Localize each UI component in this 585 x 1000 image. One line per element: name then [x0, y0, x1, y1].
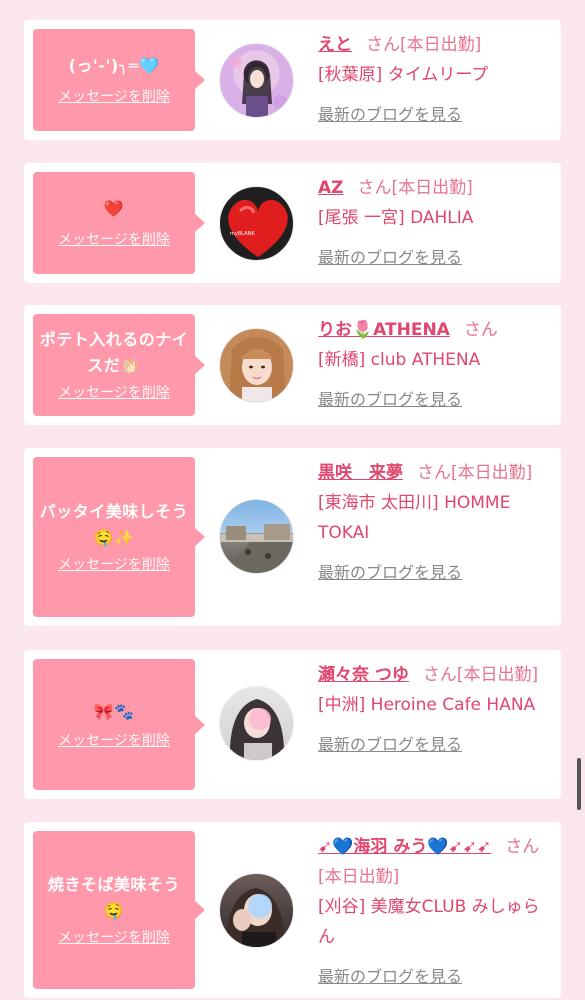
avatar[interactable]	[219, 499, 294, 574]
latest-blog-link[interactable]: 最新のブログを見る	[318, 243, 462, 273]
delete-message-link[interactable]: メッセージを削除	[58, 230, 170, 250]
delete-message-link[interactable]: メッセージを削除	[58, 383, 170, 403]
latest-blog-link[interactable]: 最新のブログを見る	[318, 100, 462, 130]
avatar-photo: myBLANK	[228, 199, 288, 257]
shop-name: [新橋] club ATHENA	[318, 350, 481, 370]
cast-name-link[interactable]: ➹💙海羽 みう💙➹➹➹	[318, 837, 491, 857]
cast-name-link[interactable]: えと	[318, 35, 352, 55]
shop-name: [尾張 一宮] DAHLIA	[318, 208, 474, 228]
message-card: パッタイ美味しそう🤤✨ メッセージを削除 黒咲 来夢 さん[本日出勤] [東海市 …	[24, 448, 561, 626]
cast-info: りお🌷ATHENA さん [新橋] club ATHENA 最新のブログを見る	[318, 315, 556, 415]
cast-info: えと さん[本日出勤] [秋葉原] タイムリープ 最新のブログを見る	[318, 30, 556, 130]
message-card: (っ'-')╮═🩵 メッセージを削除 えと さん[本日出勤] [秋葉原] タイムリ…	[24, 20, 561, 140]
shop-name: [刈谷] 美魔女CLUB みしゅらん	[318, 897, 540, 947]
cast-info: 黒咲 来夢 さん[本日出勤] [東海市 太田川] HOMME TOKAI 最新のブ…	[318, 458, 556, 588]
delete-message-link[interactable]: メッセージを削除	[58, 731, 170, 751]
message-bubble: パッタイ美味しそう🤤✨ メッセージを削除	[33, 457, 205, 617]
delete-message-link[interactable]: メッセージを削除	[58, 928, 170, 948]
shop-name: [東海市 太田川] HOMME TOKAI	[318, 493, 511, 543]
honorific: さん	[505, 837, 540, 857]
avatar-photo	[229, 699, 285, 760]
cast-info: ➹💙海羽 みう💙➹➹➹ さん [本日出勤] [刈谷] 美魔女CLUB みしゅらん 最…	[318, 832, 556, 992]
message-bubble: (っ'-')╮═🩵 メッセージを削除	[33, 29, 205, 131]
message-bubble: ❤️ メッセージを削除	[33, 172, 205, 274]
cast-name-link[interactable]: 黒咲 来夢	[318, 463, 403, 483]
message-card: ❤️ メッセージを削除 myBLANK AZ さん[本日出勤] [尾張 一宮] D…	[24, 163, 561, 283]
honorific: さん	[357, 178, 392, 198]
message-text: (っ'-')╮═🩵	[68, 56, 160, 75]
cast-info: 瀬々奈 つゆ さん[本日出勤] [中洲] Heroine Cafe HANA 最新…	[318, 660, 556, 760]
cast-name-link[interactable]: AZ	[318, 178, 343, 198]
message-text: ポテト入れるのナイスだ👏🏻	[39, 330, 189, 375]
working-today-badge: [本日出勤]	[318, 867, 400, 887]
latest-blog-link[interactable]: 最新のブログを見る	[318, 730, 462, 760]
message-text: ❤️	[103, 199, 125, 218]
message-card: ポテト入れるのナイスだ👏🏻 メッセージを削除 りお🌷ATHENA さん [新橋] …	[24, 305, 561, 425]
delete-message-link[interactable]: メッセージを削除	[58, 87, 170, 107]
avatar-photo	[230, 56, 287, 117]
message-text: 焼きそば美味そう🤤	[47, 875, 180, 920]
avatar-photo	[220, 524, 293, 573]
message-bubble: 焼きそば美味そう🤤 メッセージを削除	[33, 831, 205, 989]
avatar[interactable]	[219, 686, 294, 761]
message-bubble: ポテト入れるのナイスだ👏🏻 メッセージを削除	[33, 314, 205, 416]
message-text: パッタイ美味しそう🤤✨	[39, 502, 189, 547]
honorific: さん	[422, 665, 457, 685]
message-card: 焼きそば美味そう🤤 メッセージを削除 ➹💙海羽 みう💙➹➹➹ さん [本日出勤] […	[24, 822, 561, 998]
avatar-photo	[226, 888, 286, 947]
latest-blog-link[interactable]: 最新のブログを見る	[318, 962, 462, 992]
delete-message-link[interactable]: メッセージを削除	[58, 555, 170, 575]
working-today-badge: [本日出勤]	[400, 35, 482, 55]
message-bubble: 🎀🐾 メッセージを削除	[33, 659, 205, 790]
avatar[interactable]	[219, 43, 294, 118]
message-card: 🎀🐾 メッセージを削除 瀬々奈 つゆ さん[本日出勤] [中洲] Heroine …	[24, 650, 561, 799]
working-today-badge: [本日出勤]	[456, 665, 539, 685]
honorific: さん	[417, 463, 451, 483]
scrollbar-thumb[interactable]	[577, 758, 581, 810]
latest-blog-link[interactable]: 最新のブログを見る	[318, 385, 462, 415]
shop-name: [秋葉原] タイムリープ	[318, 65, 489, 85]
avatar-photo	[229, 337, 286, 402]
message-feed: (っ'-')╮═🩵 メッセージを削除 えと さん[本日出勤] [秋葉原] タイムリ…	[0, 0, 585, 1000]
svg-text:myBLANK: myBLANK	[230, 231, 255, 237]
message-text: 🎀🐾	[93, 701, 135, 721]
avatar[interactable]	[219, 873, 294, 948]
working-today-badge: [本日出勤]	[391, 178, 473, 198]
cast-name-link[interactable]: 瀬々奈 つゆ	[318, 665, 409, 685]
honorific: さん	[463, 320, 498, 340]
cast-info: AZ さん[本日出勤] [尾張 一宮] DAHLIA 最新のブログを見る	[318, 173, 556, 273]
shop-name: [中洲] Heroine Cafe HANA	[318, 695, 536, 715]
honorific: さん	[366, 35, 400, 55]
cast-name-link[interactable]: りお🌷ATHENA	[318, 320, 450, 340]
avatar[interactable]: myBLANK	[219, 186, 294, 261]
latest-blog-link[interactable]: 最新のブログを見る	[318, 558, 462, 588]
working-today-badge: [本日出勤]	[451, 463, 533, 483]
avatar[interactable]	[219, 328, 294, 403]
